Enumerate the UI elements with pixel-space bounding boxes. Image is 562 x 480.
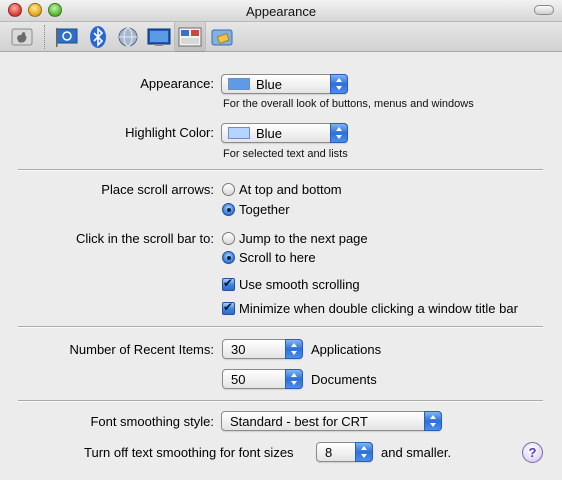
highlight-color-swatch xyxy=(228,127,250,139)
toolbar-separator xyxy=(44,25,45,49)
popup-arrows-icon xyxy=(424,411,442,431)
radio-at-top-and-bottom-label[interactable]: At top and bottom xyxy=(239,182,342,197)
smooth-scrolling-label[interactable]: Use smooth scrolling xyxy=(239,277,360,292)
recent-documents-value: 50 xyxy=(231,372,246,387)
popup-arrows-icon xyxy=(330,74,348,94)
appearance-popup[interactable]: Blue xyxy=(221,74,348,94)
appearance-hint: For the overall look of buttons, menus a… xyxy=(223,98,474,110)
appearance-color-swatch xyxy=(228,78,250,90)
radio-jump-to-next-page-label[interactable]: Jump to the next page xyxy=(239,231,368,246)
radio-jump-to-next-page[interactable] xyxy=(222,232,235,245)
appearance-popup-value: Blue xyxy=(256,77,283,92)
radio-together[interactable] xyxy=(222,203,235,216)
sharing-folder-icon[interactable] xyxy=(210,25,234,49)
radio-at-top-and-bottom[interactable] xyxy=(222,183,235,196)
font-smoothing-label: Font smoothing style: xyxy=(90,414,214,429)
recent-documents-label: Documents xyxy=(311,372,377,387)
highlight-color-label: Highlight Color: xyxy=(125,125,214,140)
recent-documents-popup[interactable]: 50 xyxy=(222,369,303,389)
popup-arrows-icon xyxy=(355,442,373,462)
recent-applications-label: Applications xyxy=(311,342,382,357)
window-title: Appearance xyxy=(245,4,317,19)
recent-items-label: Number of Recent Items: xyxy=(69,342,215,357)
recent-applications-popup[interactable]: 30 xyxy=(222,339,303,359)
minimize-double-click-label[interactable]: Minimize when double clicking a window t… xyxy=(239,301,518,316)
popup-arrows-icon xyxy=(285,369,303,389)
text-smoothing-size-popup[interactable]: 8 xyxy=(316,442,373,462)
highlight-color-popup-value: Blue xyxy=(256,126,283,141)
popup-arrows-icon xyxy=(330,123,348,143)
font-smoothing-popup[interactable]: Standard - best for CRT xyxy=(221,411,442,431)
network-globe-icon[interactable] xyxy=(116,25,140,49)
section-divider xyxy=(18,400,543,402)
highlight-color-popup[interactable]: Blue xyxy=(221,123,348,143)
appearance-icon[interactable] xyxy=(178,25,202,49)
international-flag-icon[interactable] xyxy=(55,25,79,49)
preferences-window: Appearance Appearance: Blue For the over… xyxy=(0,0,562,480)
highlight-color-hint: For selected text and lists xyxy=(223,148,348,160)
apple-icon[interactable] xyxy=(10,25,34,49)
help-button[interactable]: ? xyxy=(522,442,543,463)
text-smoothing-size-value: 8 xyxy=(325,445,333,460)
appearance-label: Appearance: xyxy=(140,76,214,91)
radio-scroll-to-here[interactable] xyxy=(222,251,235,264)
desktop-screen-icon[interactable] xyxy=(147,25,171,49)
recent-applications-value: 30 xyxy=(231,342,246,357)
toolbar xyxy=(0,22,562,52)
minimize-double-click-checkbox[interactable] xyxy=(222,300,235,315)
popup-arrows-icon xyxy=(285,339,303,359)
font-smoothing-value: Standard - best for CRT xyxy=(230,414,368,429)
title-bar[interactable]: Appearance xyxy=(0,0,562,22)
text-smoothing-prefix: Turn off text smoothing for font sizes xyxy=(84,445,294,460)
text-smoothing-suffix: and smaller. xyxy=(381,445,452,460)
toolbar-toggle-button[interactable] xyxy=(534,5,554,15)
section-divider xyxy=(18,326,543,328)
radio-scroll-to-here-label[interactable]: Scroll to here xyxy=(239,250,316,265)
smooth-scrolling-checkbox[interactable] xyxy=(222,276,235,291)
section-divider xyxy=(18,169,543,171)
radio-together-label[interactable]: Together xyxy=(239,202,290,217)
scroll-click-label: Click in the scroll bar to: xyxy=(76,231,214,246)
scroll-arrows-label: Place scroll arrows: xyxy=(101,182,214,197)
bluetooth-icon[interactable] xyxy=(86,25,110,49)
